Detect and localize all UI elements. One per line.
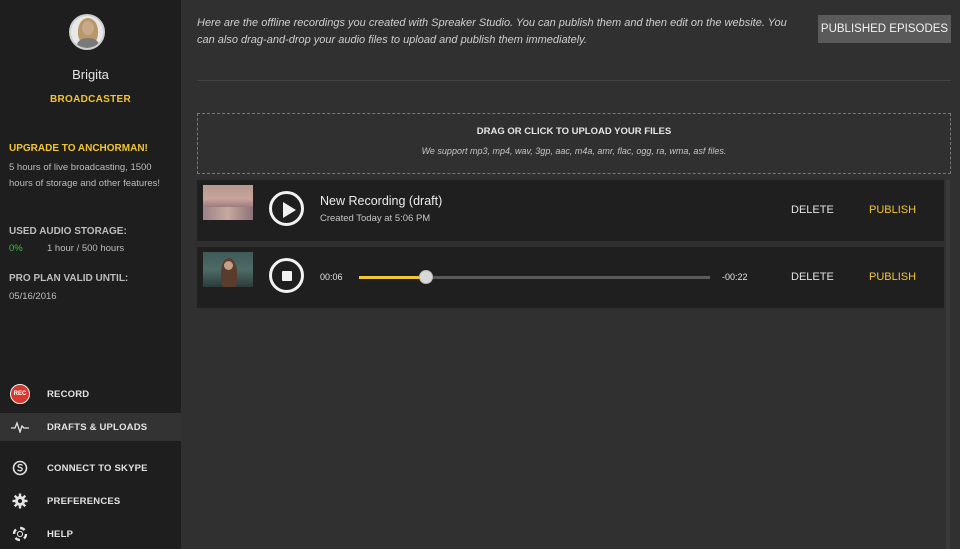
skype-icon	[10, 458, 30, 478]
playback-handle[interactable]	[418, 270, 433, 284]
upload-dropzone[interactable]: DRAG OR CLICK TO UPLOAD YOUR FILES We su…	[197, 113, 951, 174]
recording-created: Created Today at 5:06 PM	[320, 213, 431, 224]
playback-slider[interactable]	[359, 270, 710, 284]
plan-valid-label: PRO PLAN VALID UNTIL:	[9, 273, 129, 284]
nav-help-label: HELP	[47, 528, 74, 540]
playback-progress	[359, 276, 426, 279]
publish-button[interactable]: PUBLISH	[869, 180, 916, 241]
gear-icon	[10, 491, 30, 511]
current-time: 00:06	[320, 272, 343, 282]
divider	[197, 80, 951, 81]
lifebuoy-icon	[10, 524, 30, 544]
intro-text: Here are the offline recordings you crea…	[197, 17, 787, 46]
recording-row: New Recording (draft) Created Today at 5…	[197, 180, 944, 241]
dropzone-formats: We support mp3, mp4, wav, 3gp, aac, m4a,…	[421, 146, 727, 156]
waveform-icon	[10, 417, 30, 437]
nav-skype-label: CONNECT TO SKYPE	[47, 462, 148, 474]
delete-button[interactable]: DELETE	[791, 180, 834, 241]
stop-icon	[282, 271, 292, 281]
nav-help[interactable]: HELP	[0, 520, 181, 548]
rec-badge: REC	[10, 384, 30, 404]
published-episodes-button[interactable]: PUBLISHED EPISODES	[818, 15, 951, 43]
recording-title: New Recording (draft)	[320, 194, 443, 208]
recording-thumbnail	[203, 185, 253, 220]
plan-valid-date: 05/16/2016	[9, 291, 57, 302]
stop-button[interactable]	[269, 258, 304, 293]
nav-connect-skype[interactable]: CONNECT TO SKYPE	[0, 454, 181, 482]
dropzone-title: DRAG OR CLICK TO UPLOAD YOUR FILES	[476, 126, 672, 137]
nav-drafts-uploads[interactable]: DRAFTS & UPLOADS	[0, 413, 181, 441]
play-button[interactable]	[269, 191, 304, 226]
recording-thumbnail	[203, 252, 253, 287]
storage-percent: 0%	[9, 243, 23, 254]
upgrade-description: 5 hours of live broadcasting, 1500 hours…	[9, 162, 161, 189]
nav-preferences[interactable]: PREFERENCES	[0, 487, 181, 515]
avatar[interactable]	[69, 14, 105, 50]
user-name: Brigita	[72, 67, 109, 82]
nav-record-label: RECORD	[47, 388, 90, 400]
play-icon	[283, 202, 296, 218]
remaining-time: -00:22	[722, 272, 748, 282]
upgrade-link[interactable]: UPGRADE TO ANCHORMAN!	[9, 143, 148, 154]
rec-badge-icon: REC	[10, 384, 30, 404]
nav-drafts-label: DRAFTS & UPLOADS	[47, 421, 148, 433]
user-role: BROADCASTER	[49, 94, 132, 105]
sidebar: Brigita BROADCASTER UPGRADE TO ANCHORMAN…	[0, 0, 181, 549]
scrollbar[interactable]	[946, 180, 950, 549]
storage-label: USED AUDIO STORAGE:	[9, 226, 127, 237]
storage-hours: 1 hour / 500 hours	[47, 243, 125, 254]
publish-button[interactable]: PUBLISH	[869, 247, 916, 308]
nav-preferences-label: PREFERENCES	[47, 495, 121, 507]
nav-record[interactable]: REC RECORD	[0, 380, 181, 408]
delete-button[interactable]: DELETE	[791, 247, 834, 308]
recording-row: 00:06 -00:22 DELETE PUBLISH	[197, 247, 944, 308]
